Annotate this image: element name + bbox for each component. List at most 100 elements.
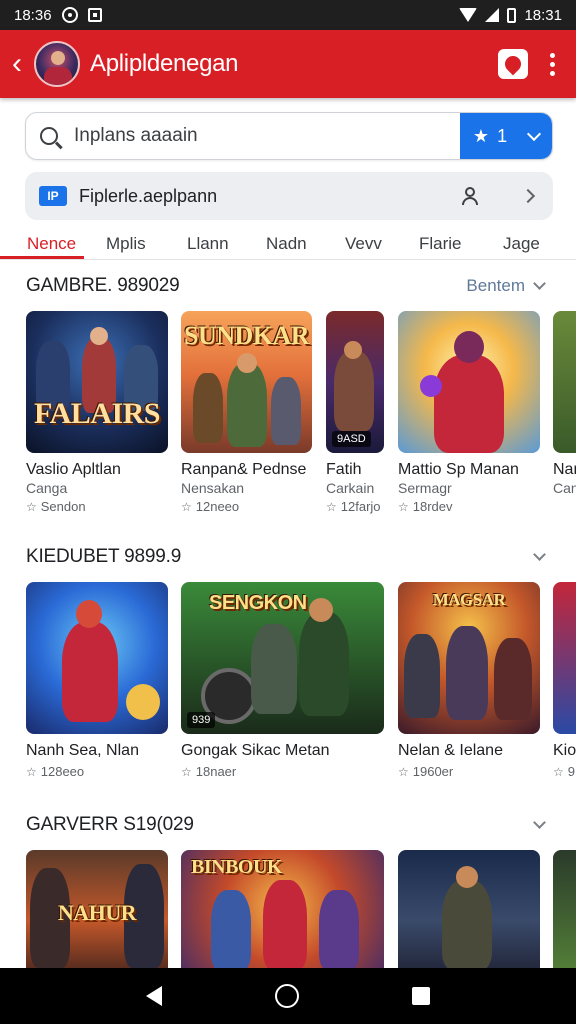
card-subtitle: Sermagr (398, 480, 452, 496)
tab-jage[interactable]: Jage (503, 228, 540, 260)
appbar-action-icon (501, 52, 525, 76)
app-card[interactable]: BINBOUK (181, 850, 384, 968)
search-bar[interactable]: ★ 1 (25, 112, 553, 160)
app-card[interactable]: Nanh Sea, Nlan ☆ 128eeo (26, 582, 168, 782)
app-thumbnail[interactable]: SENGKON 939 (181, 582, 384, 734)
card-name: Nelan & Ielane (398, 742, 503, 759)
tab-nadn[interactable]: Nadn (266, 228, 307, 260)
chevron-right-icon[interactable] (520, 188, 536, 204)
card-meta: ☆ 1960er (398, 764, 540, 779)
app-thumbnail[interactable]: FALAIRS (26, 311, 168, 453)
nav-back-icon[interactable] (146, 986, 163, 1006)
tab-vevv[interactable]: Vevv (345, 228, 382, 260)
section-expand-button[interactable] (533, 816, 550, 829)
star-icon: ☆ (398, 499, 409, 514)
tab-flarie[interactable]: Flarie (419, 228, 462, 260)
status-time-right: 18:31 (524, 6, 562, 24)
thumbnail-title: BINBOUK (191, 856, 282, 878)
card-meta-value: 18naer (195, 764, 237, 779)
section-action-button[interactable]: Bentem (466, 276, 550, 296)
star-icon: ☆ (181, 499, 192, 514)
app-card[interactable]: NAHUR (26, 850, 168, 968)
chevron-down-icon (533, 816, 546, 829)
app-card[interactable]: FALAIRS Vaslio Apltlan Canga ☆ Sendon (26, 311, 168, 521)
card-meta-value: Sendon (40, 499, 86, 514)
app-card[interactable] (553, 850, 576, 968)
card-meta: ☆ 128eeo (26, 764, 168, 779)
nav-recents-icon[interactable] (411, 987, 430, 1005)
filter-label: Fiplerle.aeplpann (79, 185, 218, 206)
app-thumbnail[interactable] (553, 850, 576, 968)
star-icon: ☆ (26, 764, 37, 779)
system-nav-bar (0, 968, 576, 1024)
chevron-down-icon (533, 548, 546, 561)
thumbnail-badge: 9ASD (332, 431, 371, 447)
tabs-divider (0, 259, 576, 260)
card-name: Nanh Sea, Nlan (26, 742, 139, 759)
star-icon: ★ (472, 125, 490, 146)
thumbnail-title: SUNDKAR (183, 321, 310, 350)
notification-icon (61, 7, 78, 23)
tab-mplis[interactable]: Mplis (106, 228, 146, 260)
card-name: Kio (553, 742, 576, 759)
app-card[interactable]: 9ASD Fatih Carkain ☆ 12farjo (326, 311, 384, 521)
app-thumbnail[interactable] (553, 582, 576, 734)
card-meta-value: 18rdev (412, 499, 453, 514)
section-header: GARVERR S19(029 (26, 811, 550, 839)
app-card[interactable]: Nan Can (553, 311, 576, 521)
status-bar: 18:36 18:31 (0, 0, 576, 30)
app-card[interactable]: Kio ☆ 9 (553, 582, 576, 782)
app-thumbnail[interactable] (398, 850, 540, 968)
app-card[interactable]: MAGSAR Nelan & Ielane ☆ 1960er (398, 582, 540, 782)
more-icon[interactable] (550, 52, 556, 76)
star-icon: ☆ (26, 499, 37, 514)
card-name: Gongak Sikac Metan (181, 742, 330, 759)
status-right: 18:31 (459, 7, 562, 24)
thumbnail-badge: 939 (187, 712, 216, 728)
nav-home-icon[interactable] (274, 984, 299, 1008)
thumbnail-title: FALAIRS (34, 397, 160, 430)
notification-square-icon (87, 8, 102, 22)
search-filter-button[interactable]: ★ 1 (460, 113, 552, 159)
thumbnail-title: SENGKON (209, 592, 307, 614)
app-avatar[interactable] (34, 41, 80, 87)
battery-icon (507, 7, 517, 23)
app-thumbnail[interactable]: MAGSAR (398, 582, 540, 734)
app-thumbnail[interactable]: 9ASD (326, 311, 384, 453)
card-name: Nan (553, 461, 576, 478)
person-icon[interactable] (461, 187, 479, 205)
card-meta: ☆ 12neeo (181, 499, 312, 514)
app-card[interactable]: Mattio Sp Manan Sermagr ☆ 18rdev (398, 311, 540, 521)
tab-llann[interactable]: Llann (187, 228, 229, 260)
card-name: Vaslio Apltlan (26, 461, 121, 478)
app-thumbnail[interactable] (26, 582, 168, 734)
app-thumbnail[interactable]: SUNDKAR (181, 311, 312, 453)
section-expand-button[interactable] (533, 548, 550, 561)
app-thumbnail[interactable]: NAHUR (26, 850, 168, 968)
search-input[interactable] (74, 125, 414, 147)
chevron-down-icon (527, 126, 542, 141)
app-title: Aplipldenegan (90, 50, 239, 77)
section-header: KIEDUBET 9899.9 (26, 543, 550, 571)
card-meta: ☆ 9 (553, 764, 576, 779)
app-thumbnail[interactable]: BINBOUK (181, 850, 384, 968)
app-card[interactable]: SUNDKAR Ranpan& Pednse Nensakan ☆ 12neeo (181, 311, 312, 521)
card-meta-value: 128eeo (40, 764, 85, 779)
app-card[interactable] (398, 850, 540, 968)
card-meta-value: 1960er (412, 764, 454, 779)
card-subtitle: Carkain (326, 480, 375, 496)
appbar-action-button[interactable] (498, 49, 528, 79)
card-meta-value: 9 (567, 764, 575, 779)
section-title: KIEDUBET 9899.9 (26, 546, 182, 567)
search-chip-label: 1 (497, 125, 508, 146)
card-subtitle: Canga (26, 480, 68, 496)
card-name: Fatih (326, 461, 362, 478)
app-thumbnail[interactable] (553, 311, 576, 453)
filter-row[interactable]: IP Fiplerle.aeplpann (25, 172, 553, 220)
app-card[interactable]: SENGKON 939 Gongak Sikac Metan ☆ 18naer (181, 582, 384, 782)
tab-bar: Nence Mplis Llann Nadn Vevv Flarie Jage (0, 228, 576, 260)
back-icon[interactable]: ‹ (12, 49, 30, 79)
status-left: 18:36 (14, 7, 102, 24)
app-thumbnail[interactable] (398, 311, 540, 453)
star-icon: ☆ (398, 764, 409, 779)
